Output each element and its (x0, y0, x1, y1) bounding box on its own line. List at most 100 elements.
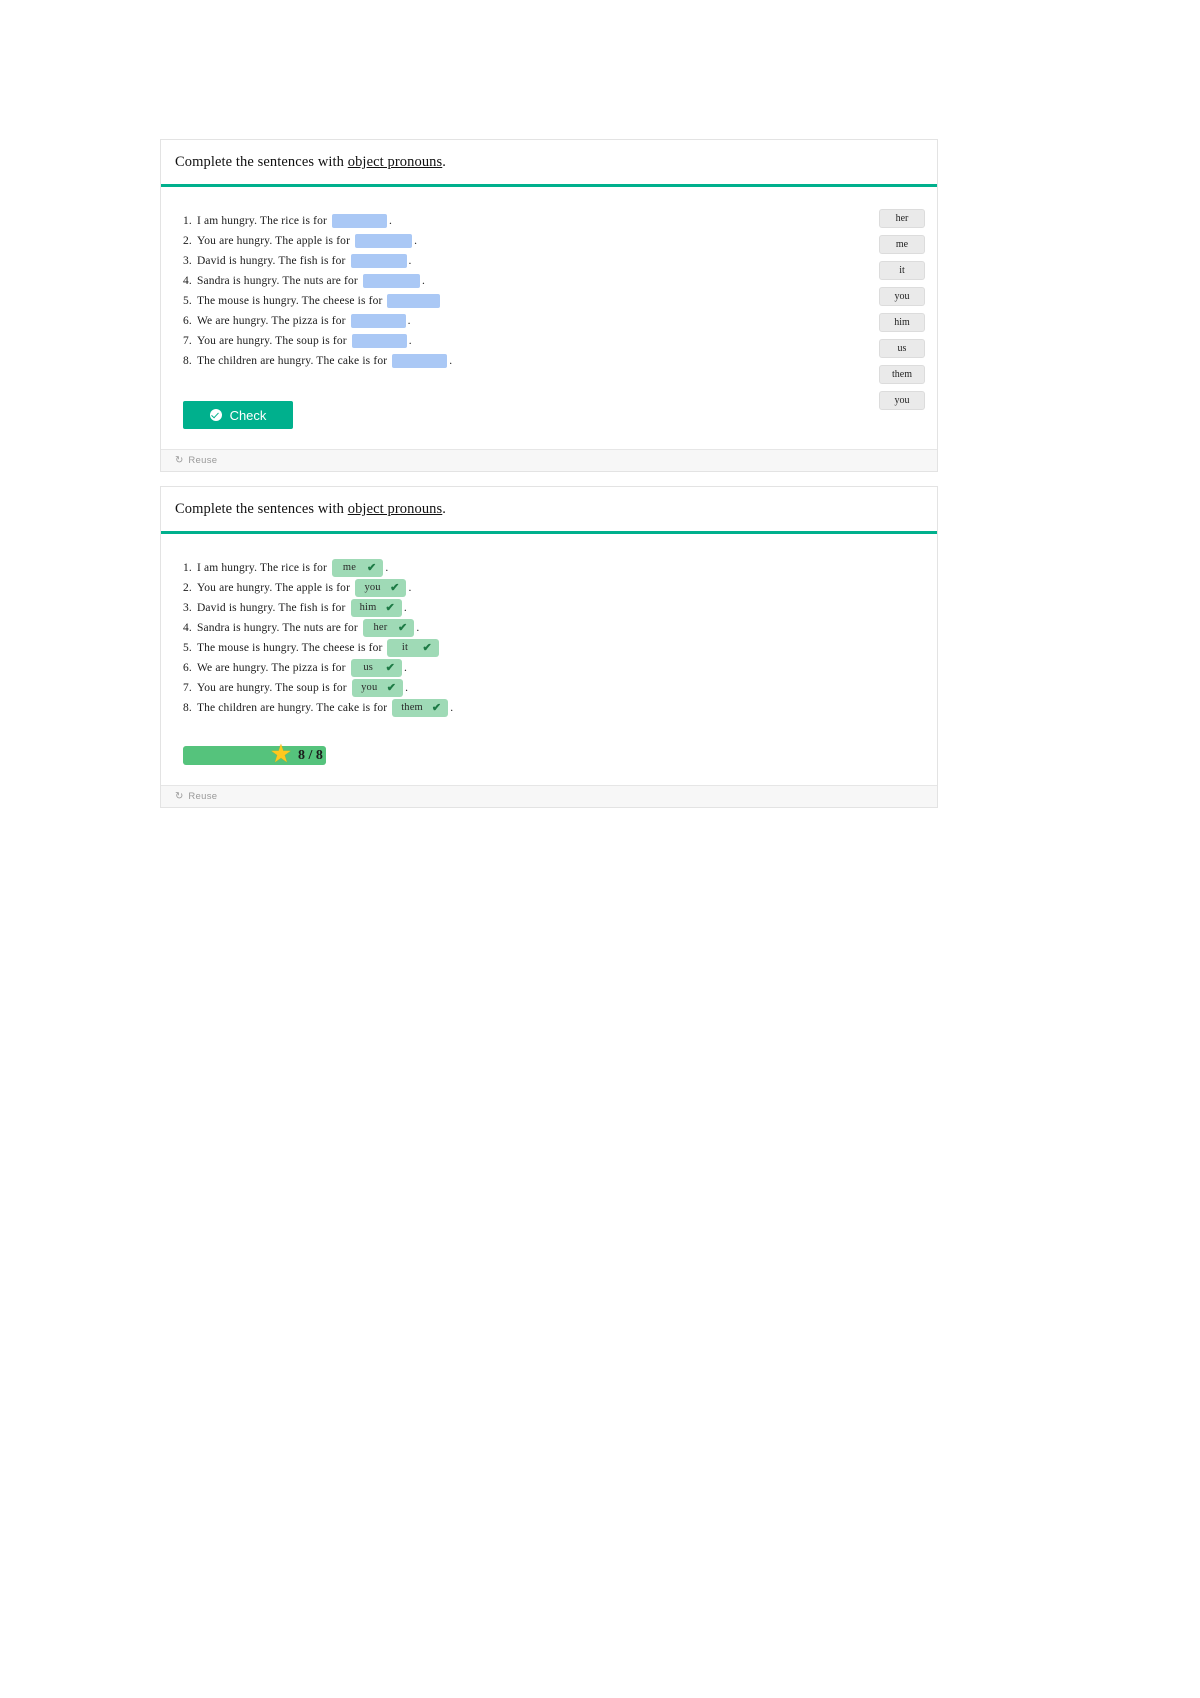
sentence-number: 5. (183, 295, 195, 307)
sentence-text: You are hungry. The apple is for (196, 582, 354, 594)
sentence-number: 4. (183, 275, 195, 287)
list-item: 7. You are hungry. The soup is for . (183, 331, 823, 351)
list-item: 4. Sandra is hungry. The nuts are for he… (183, 618, 823, 638)
card-header: Complete the sentences with object prono… (161, 487, 937, 534)
list-item: 2. You are hungry. The apple is for you ✔… (183, 578, 823, 598)
word-bank-chip[interactable]: you (879, 287, 925, 306)
list-item: 4. Sandra is hungry. The nuts are for . (183, 271, 823, 291)
sentence-tail: . (414, 235, 418, 247)
sentence-tail: . (405, 682, 409, 694)
sentence-number: 7. (183, 682, 195, 694)
sentence-tail: . (450, 702, 454, 714)
sentence-text: David is hungry. The fish is for (196, 255, 349, 267)
sentence-number: 6. (183, 315, 195, 327)
title-prefix: Complete the sentences with (175, 501, 348, 517)
list-item: 6. We are hungry. The pizza is for . (183, 311, 823, 331)
word-bank-chip[interactable]: it (879, 261, 925, 280)
reuse-button-label[interactable]: Reuse (188, 791, 217, 802)
sentence-text: David is hungry. The fish is for (196, 602, 349, 614)
word-bank-chip[interactable]: her (879, 209, 925, 228)
answer-word: it (401, 642, 409, 654)
sentence-number: 5. (183, 642, 195, 654)
sentence-text: Sandra is hungry. The nuts are for (196, 622, 361, 634)
answer-word: you (364, 582, 381, 594)
check-circle-icon (209, 409, 222, 421)
list-item: 8. The children are hungry. The cake is … (183, 351, 823, 371)
sentence-tail: . (408, 582, 412, 594)
card-body: 1. I am hungry. The rice is for . 2. You … (161, 187, 937, 449)
answer-dropzone[interactable] (350, 314, 406, 329)
answer-filled: you ✔ (351, 679, 404, 698)
sentence-number: 1. (183, 215, 195, 227)
list-item: 6. We are hungry. The pizza is for us ✔. (183, 658, 823, 678)
sentence-number: 2. (183, 582, 195, 594)
sentence-number: 4. (183, 622, 195, 634)
reuse-icon: ↻ (175, 455, 184, 466)
correct-check-icon: ✔ (422, 642, 432, 655)
title-emphasis: object pronouns (347, 501, 443, 517)
check-button-label: Check (229, 407, 267, 423)
answer-word: him (359, 602, 377, 614)
answer-dropzone[interactable] (355, 234, 413, 249)
sentence-tail: . (404, 662, 408, 674)
answer-dropzone[interactable] (362, 274, 420, 289)
answer-filled: me ✔ (332, 559, 384, 578)
answer-dropzone[interactable] (350, 254, 407, 269)
correct-check-icon: ✔ (367, 562, 377, 575)
check-button[interactable]: Check (183, 401, 293, 429)
answer-dropzone[interactable] (332, 214, 387, 229)
card-footer: ↻ Reuse (161, 449, 937, 471)
word-bank: her me it you him us them you (879, 209, 925, 410)
sentence-list: 1. I am hungry. The rice is for me ✔. 2. Y… (175, 558, 823, 718)
correct-check-icon: ✔ (385, 662, 396, 675)
sentence-list: 1. I am hungry. The rice is for . 2. You … (175, 211, 823, 371)
sentence-tail: . (408, 335, 412, 347)
answer-word: me (342, 562, 357, 574)
answer-filled: her ✔ (362, 619, 415, 638)
word-bank-chip[interactable]: me (879, 235, 925, 254)
sentence-tail: . (416, 622, 420, 634)
sentence-text: You are hungry. The soup is for (196, 682, 350, 694)
answer-filled: him ✔ (350, 599, 402, 618)
answer-word: her (373, 622, 388, 634)
page-root: Complete the sentences with object prono… (0, 0, 1200, 1698)
sentence-text: The mouse is hungry. The cheese is for (196, 295, 386, 307)
sentence-text: Sandra is hungry. The nuts are for (196, 275, 361, 287)
list-item: 8. The children are hungry. The cake is … (183, 698, 823, 718)
sentence-tail: . (449, 355, 453, 367)
sentence-tail: . (408, 255, 412, 267)
sentence-number: 3. (183, 602, 195, 614)
answer-filled: them ✔ (392, 699, 449, 718)
sentence-number: 8. (183, 355, 195, 367)
list-item: 3. David is hungry. The fish is for . (183, 251, 823, 271)
sentence-number: 3. (183, 255, 195, 267)
exercise-card-unanswered: Complete the sentences with object prono… (160, 139, 938, 472)
sentence-number: 1. (183, 562, 195, 574)
answer-word: us (363, 662, 373, 674)
word-bank-chip[interactable]: you (879, 391, 925, 410)
sentence-text: The children are hungry. The cake is for (196, 702, 391, 714)
correct-check-icon: ✔ (386, 682, 397, 695)
answer-dropzone[interactable] (387, 294, 441, 309)
card-header: Complete the sentences with object prono… (161, 140, 937, 187)
reuse-icon: ↻ (175, 791, 184, 802)
sentence-tail: . (389, 215, 393, 227)
list-item: 5. The mouse is hungry. The cheese is fo… (183, 291, 823, 311)
score-progress-bar: ★ 8 / 8 (183, 742, 326, 767)
correct-check-icon: ✔ (390, 582, 400, 595)
word-bank-chip[interactable]: them (879, 365, 925, 384)
answer-dropzone[interactable] (392, 354, 448, 369)
sentence-text: The mouse is hungry. The cheese is for (196, 642, 386, 654)
list-item: 3. David is hungry. The fish is for him ✔… (183, 598, 823, 618)
list-item: 1. I am hungry. The rice is for me ✔. (183, 558, 823, 578)
reuse-button-label[interactable]: Reuse (188, 455, 217, 466)
answer-filled: it ✔ (387, 639, 439, 658)
word-bank-chip[interactable]: us (879, 339, 925, 358)
word-bank-chip[interactable]: him (879, 313, 925, 332)
page-title: Complete the sentences with object prono… (175, 501, 923, 518)
answer-dropzone[interactable] (351, 334, 407, 349)
correct-check-icon: ✔ (385, 602, 395, 615)
title-suffix: . (442, 154, 446, 170)
list-item: 2. You are hungry. The apple is for . (183, 231, 823, 251)
sentence-number: 7. (183, 335, 195, 347)
